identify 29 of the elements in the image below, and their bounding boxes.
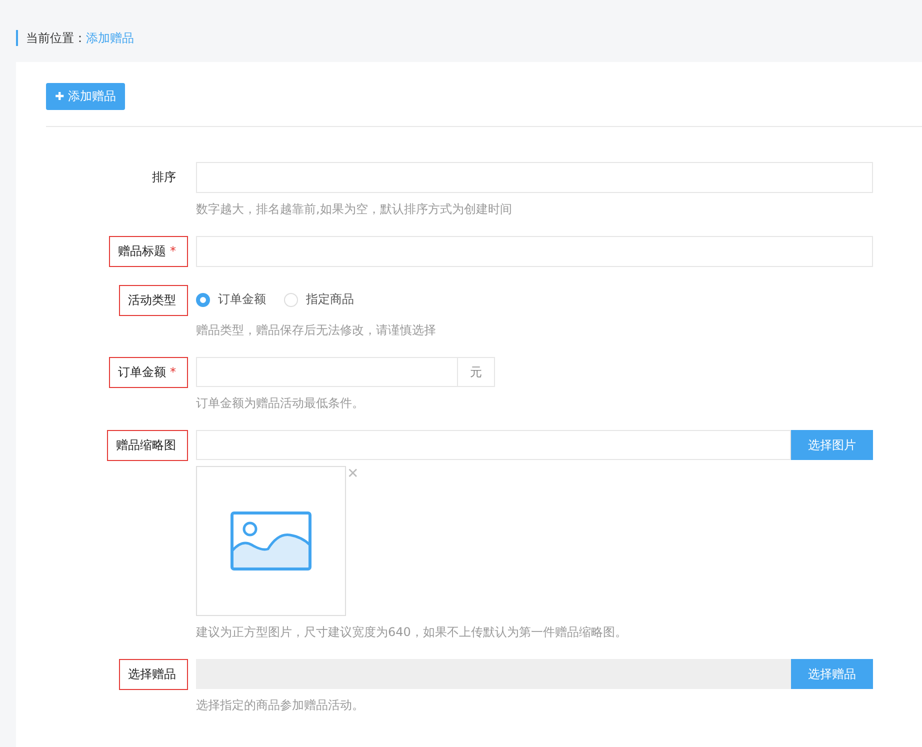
add-gift-button[interactable]: ✚ 添加赠品 (46, 83, 126, 110)
field-label: 赠品缩略图 (107, 430, 188, 461)
field-label: 选择赠品 (119, 659, 188, 690)
help-text: 建议为正方型图片，尺寸建议宽度为640，如果不上传默认为第一件赠品缩略图。 (196, 624, 628, 641)
image-icon (230, 511, 312, 571)
remove-icon[interactable]: ✕ (347, 466, 359, 482)
breadcrumb-link[interactable]: 添加赠品 (86, 30, 134, 46)
image-path-input[interactable] (196, 430, 791, 460)
field-label: 赠品标题 * (109, 236, 188, 267)
text-input[interactable] (196, 236, 873, 267)
unit-addon: 元 (457, 358, 494, 386)
amount-input[interactable]: 元 (196, 357, 495, 387)
required-mark: * (170, 244, 176, 258)
select-gift-button[interactable]: 选择赠品 (791, 659, 873, 689)
field-label: 排序 (151, 169, 177, 186)
radio-option[interactable]: 指定商品 (284, 291, 354, 308)
gift-input[interactable] (196, 659, 791, 689)
select-image-button[interactable]: 选择图片 (791, 430, 873, 460)
required-mark: * (170, 365, 176, 379)
field-label: 活动类型 (119, 285, 188, 316)
plus-icon: ✚ (55, 90, 64, 103)
breadcrumb-label: 当前位置： (26, 30, 86, 46)
help-text: 数字越大，排名越靠前,如果为空，默认排序方式为创建时间 (196, 201, 513, 218)
text-input[interactable] (196, 162, 873, 193)
help-text: 赠品类型，赠品保存后无法修改，请谨慎选择 (196, 322, 437, 339)
help-text: 选择指定的商品参加赠品活动。 (196, 697, 365, 714)
help-text: 订单金额为赠品活动最低条件。 (196, 395, 365, 412)
field-label: 订单金额 * (109, 357, 188, 388)
radio-option[interactable]: 订单金额 (196, 291, 266, 308)
